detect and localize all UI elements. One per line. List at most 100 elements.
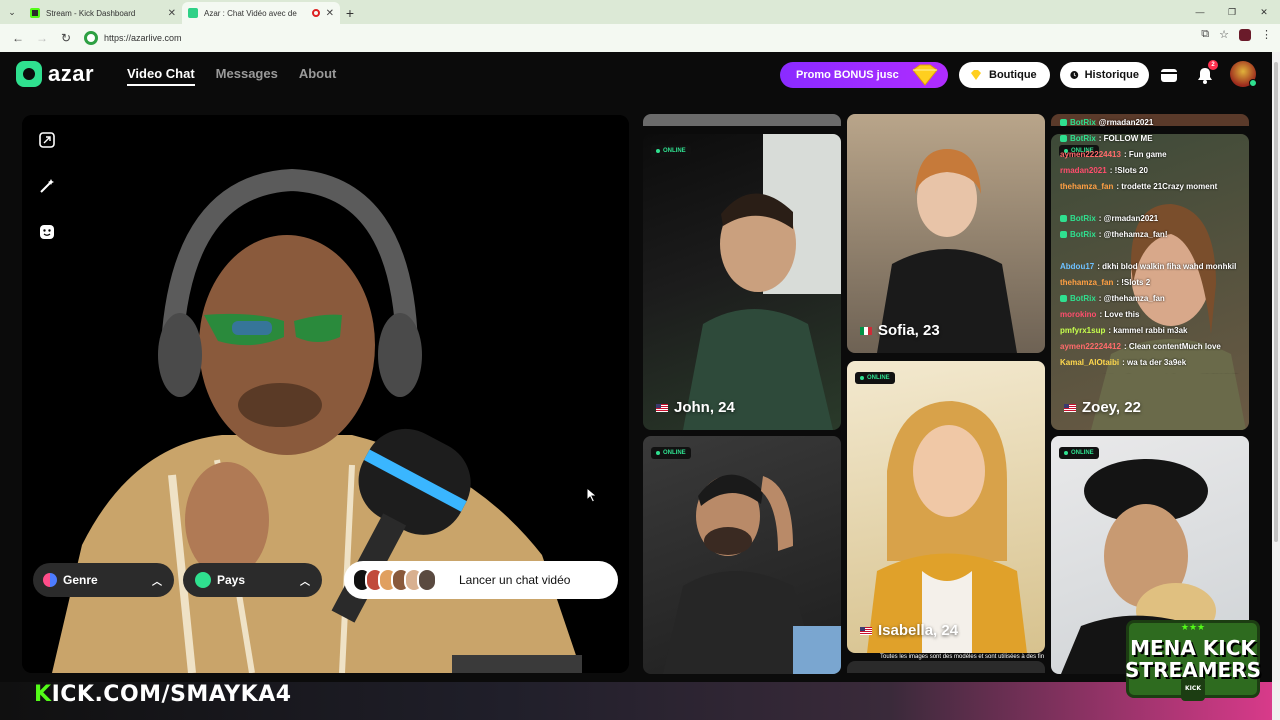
nav-video-chat[interactable]: Video Chat [127, 66, 195, 86]
bookmark-star-icon[interactable]: ☆ [1219, 28, 1229, 41]
profile-photo [867, 401, 1027, 653]
close-window-icon[interactable]: ✕ [1248, 0, 1280, 24]
online-badge: ONLINE [1059, 447, 1099, 459]
tab-close-icon[interactable]: ✕ [168, 8, 176, 19]
boutique-button[interactable]: Boutique [959, 62, 1050, 88]
italy-flag-icon [860, 326, 872, 335]
online-badge: ONLINE [855, 372, 895, 384]
clock-icon [1070, 71, 1079, 79]
user-avatar[interactable] [1230, 61, 1257, 87]
tab-search-icon[interactable]: ⌄ [0, 0, 24, 24]
chat-message: aymen22224412: Clean contentMuch love [1060, 338, 1272, 354]
tab-title: Stream - Kick Dashboard [46, 8, 136, 18]
site-info-icon[interactable] [84, 31, 98, 45]
extension-icon[interactable] [1239, 28, 1251, 41]
chat-message [1060, 242, 1272, 258]
browser-tab-bar: ⌄ Stream - Kick Dashboard ✕ Azar : Chat … [0, 0, 1280, 24]
gender-icon [43, 573, 57, 587]
page-scrollbar[interactable] [1272, 52, 1280, 720]
azar-logo[interactable]: azar [16, 61, 94, 87]
launch-label: Lancer un chat vidéo [459, 573, 571, 587]
back-icon[interactable]: ← [6, 26, 30, 50]
face-filter-icon[interactable] [38, 223, 56, 241]
chat-text: : Fun game [1123, 149, 1167, 159]
chat-message: BotRix: https://www.youtube.com/@SMAYZ [1060, 370, 1272, 375]
online-badge: ONLINE [651, 145, 691, 157]
nav-about[interactable]: About [299, 66, 337, 86]
boutique-label: Boutique [989, 69, 1037, 81]
chat-message: rmadan2021: !Slots 20 [1060, 162, 1272, 178]
forward-icon[interactable]: → [30, 26, 54, 50]
chat-message: Abdou17: dkhi blod walkin fiha wahd monh… [1060, 258, 1272, 274]
profile-card-partial[interactable] [847, 661, 1045, 673]
inbox-icon[interactable] [1158, 64, 1180, 86]
genre-selector[interactable]: Genre ︿ [33, 563, 174, 597]
magic-wand-icon[interactable] [38, 177, 56, 195]
profile-card[interactable]: ONLINE [643, 436, 841, 674]
nav-messages[interactable]: Messages [216, 66, 278, 86]
chevron-up-icon: ︿ [300, 577, 310, 588]
minimize-icon[interactable]: — [1184, 0, 1216, 24]
chat-username: aymen22224412 [1060, 341, 1121, 351]
chat-username: morokino [1060, 309, 1097, 319]
profile-name: John, 24 [656, 399, 735, 416]
chat-text: : FOLLOW ME [1098, 133, 1153, 143]
profile-card[interactable]: ONLINE Isabella, 24 [847, 361, 1045, 653]
kick-favicon-icon [30, 8, 40, 18]
profile-card[interactable]: Sofia, 23 [847, 114, 1045, 353]
historique-label: Historique [1084, 69, 1139, 81]
chat-text: : Love this [1099, 309, 1140, 319]
chat-message: BotRix: FOLLOW ME [1060, 130, 1272, 146]
chat-text: : dkhi blod walkin fiha wahd monhkil [1097, 261, 1237, 271]
install-app-icon[interactable]: ⧉ [1201, 28, 1209, 41]
pays-label: Pays [217, 573, 246, 587]
notification-bell-icon[interactable]: 2 [1194, 60, 1218, 86]
browser-menu-icon[interactable]: ⋮ [1261, 28, 1272, 41]
url-text: https://azarlive.com [104, 33, 182, 43]
promo-bonus-button[interactable]: Promo BONUS jusc [780, 62, 948, 88]
window-controls: — ❐ ✕ [1184, 0, 1280, 24]
profile-card-partial[interactable] [643, 114, 841, 126]
launch-video-chat-button[interactable]: Lancer un chat vidéo [344, 561, 618, 599]
chat-username: BotRix [1070, 293, 1096, 303]
gem-icon [912, 64, 938, 86]
chat-text: : wa ta der 3a9ek [1122, 357, 1187, 367]
chat-username: thehamza_fan [1060, 181, 1114, 191]
notification-badge: 2 [1208, 60, 1218, 70]
new-tab-icon[interactable]: + [340, 2, 360, 24]
reload-icon[interactable]: ↻ [54, 26, 78, 50]
tab-azar[interactable]: Azar : Chat Vidéo avec de ✕ [182, 2, 340, 24]
main-nav: Video Chat Messages About [127, 66, 336, 86]
chat-username: thehamza_fan [1060, 277, 1114, 287]
online-badge: ONLINE [651, 447, 691, 459]
chat-text: : Clean contentMuch love [1123, 341, 1221, 351]
scrollbar-thumb[interactable] [1274, 62, 1278, 542]
chat-message: BotRix: @rmadan2021 [1060, 210, 1272, 226]
country-selector[interactable]: Pays ︿ [183, 563, 322, 597]
chat-text: : https://www.youtube.com/@SMAYZ [1099, 374, 1238, 375]
us-flag-icon [860, 626, 872, 635]
online-status-icon [1249, 79, 1257, 87]
genre-label: Genre [63, 573, 98, 587]
chat-text: : kammel rabbi m3ak [1108, 325, 1188, 335]
bot-badge-icon [1060, 118, 1067, 126]
tab-kick-dashboard[interactable]: Stream - Kick Dashboard ✕ [24, 2, 182, 24]
profile-card[interactable]: ONLINE John, 24 [643, 134, 841, 430]
chat-message: thehamza_fan: trodette 21Crazy moment [1060, 178, 1272, 194]
historique-button[interactable]: Historique [1060, 62, 1149, 88]
maximize-icon[interactable]: ❐ [1216, 0, 1248, 24]
bot-badge-icon [1060, 294, 1067, 302]
tab-close-icon[interactable]: ✕ [326, 8, 334, 19]
stream-chat-overlay: BotRix @rmadan2021 BotRix: FOLLOW ME aymen2… [1060, 114, 1272, 374]
expand-icon[interactable] [38, 131, 56, 149]
chat-text: @rmadan2021 [1098, 117, 1154, 127]
profile-name: Sofia, 23 [860, 322, 940, 339]
globe-icon [195, 572, 211, 588]
azar-favicon-icon [188, 8, 198, 18]
url-field[interactable]: https://azarlive.com [84, 27, 1154, 49]
stars-icon: ★★★ [1180, 623, 1206, 633]
chat-message: BotRix: @thehamza_fan! [1060, 226, 1272, 242]
chat-username: BotRix [1070, 133, 1096, 143]
chat-username: Kamal_AlOtaibi [1060, 357, 1120, 367]
chat-message [1060, 194, 1272, 210]
